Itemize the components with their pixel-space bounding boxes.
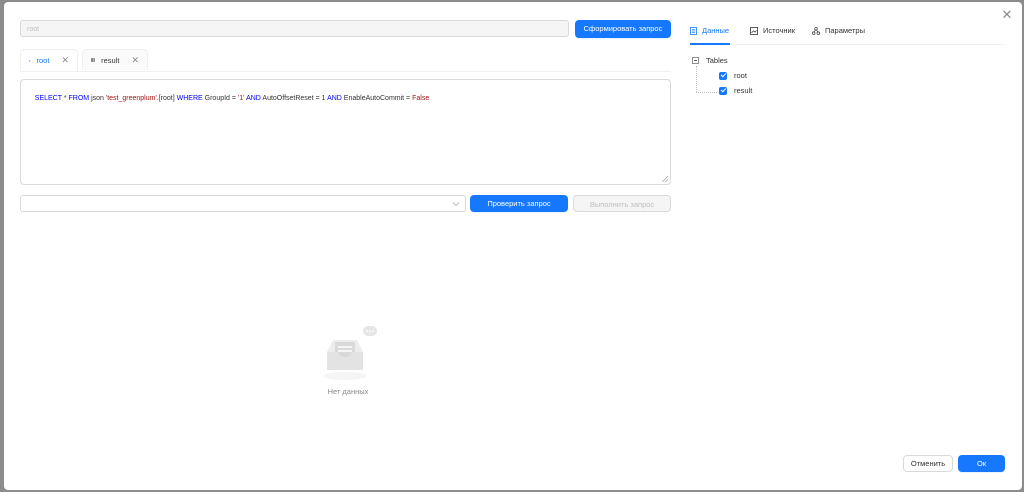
tab-parameters[interactable]: Параметры xyxy=(812,26,865,35)
tab-label: result xyxy=(101,55,120,65)
tree-node-label: root xyxy=(734,71,747,80)
tab-parameters-label: Параметры xyxy=(825,26,865,35)
sql-token-string: '1' xyxy=(237,95,245,102)
sql-token-plain: GroupId = xyxy=(202,95,238,102)
resize-handle[interactable] xyxy=(662,176,668,182)
active-tab-indicator xyxy=(690,43,730,45)
form-query-button[interactable]: Сформировать запрос xyxy=(575,20,671,38)
tree-node-tables[interactable]: Tables xyxy=(692,56,728,65)
checkbox-checked-icon[interactable] xyxy=(719,86,727,95)
root-input[interactable]: root xyxy=(20,20,569,37)
cancel-button[interactable]: Отменить xyxy=(903,455,953,472)
sql-token-plain: json xyxy=(89,95,106,102)
sql-token-string: False xyxy=(412,95,430,102)
ok-button[interactable]: Ок xyxy=(958,455,1005,472)
image-icon xyxy=(750,26,758,35)
tree-node-result[interactable]: result xyxy=(719,86,752,95)
close-icon[interactable]: ✕ xyxy=(1000,8,1014,22)
tree-connector xyxy=(696,92,717,93)
sql-token-keyword: SELECT xyxy=(34,95,62,102)
sql-token-keyword: AND xyxy=(246,95,261,102)
close-icon[interactable]: ✕ xyxy=(131,55,139,66)
tab-source[interactable]: Источник xyxy=(750,26,795,35)
tab-label: root xyxy=(36,56,50,65)
empty-text: Нет данных xyxy=(327,387,369,396)
sql-token-plain: AutoOffsetReset = 1 xyxy=(260,95,328,102)
tree-connector xyxy=(696,66,697,92)
tab-source-label: Источник xyxy=(763,26,796,35)
sql-token-keyword: FROM xyxy=(68,95,90,102)
chevron-down-icon xyxy=(452,202,460,207)
nodes-icon xyxy=(812,26,820,35)
empty-inbox-icon xyxy=(323,326,377,380)
collapse-icon[interactable] xyxy=(692,57,699,64)
query-tabs: root ✕ result ✕ xyxy=(20,49,671,72)
sql-token-plain: .[root] xyxy=(156,95,177,102)
sql-text: SELECT * FROM json 'test_greenplum'.[roo… xyxy=(35,95,429,102)
document-icon xyxy=(690,26,697,35)
tab-data[interactable]: Данные xyxy=(690,26,729,35)
sql-token-keyword: AND xyxy=(327,95,342,102)
close-icon[interactable]: ✕ xyxy=(61,55,69,66)
tree-node-label: result xyxy=(734,86,753,95)
empty-state: Нет данных xyxy=(319,324,377,399)
right-panel-tabs: Данные Источник Параметры xyxy=(690,22,1005,45)
table-icon xyxy=(91,58,96,62)
tree-node-label: Tables xyxy=(706,56,728,65)
sql-editor[interactable]: SELECT * FROM json 'test_greenplum'.[roo… xyxy=(20,79,671,185)
sql-token-string: 'test_greenplum' xyxy=(105,95,157,102)
sql-token-plain: * xyxy=(61,95,69,102)
table-icon xyxy=(29,59,31,62)
run-query-button[interactable]: Выполнить запрос xyxy=(573,195,671,212)
tab-root[interactable]: root ✕ xyxy=(20,49,78,71)
tree-node-root[interactable]: root xyxy=(719,71,747,80)
tab-result[interactable]: result ✕ xyxy=(82,49,148,70)
sql-token-keyword: WHERE xyxy=(176,95,203,102)
check-query-button[interactable]: Проверить запрос xyxy=(470,195,568,212)
query-select[interactable] xyxy=(20,195,466,212)
checkbox-checked-icon[interactable] xyxy=(719,71,727,80)
query-builder-modal: ✕ root Сформировать запрос root ✕ result… xyxy=(4,2,1022,490)
sql-token-plain: EnableAutoCommit = xyxy=(341,95,413,102)
tab-data-label: Данные xyxy=(702,26,730,35)
